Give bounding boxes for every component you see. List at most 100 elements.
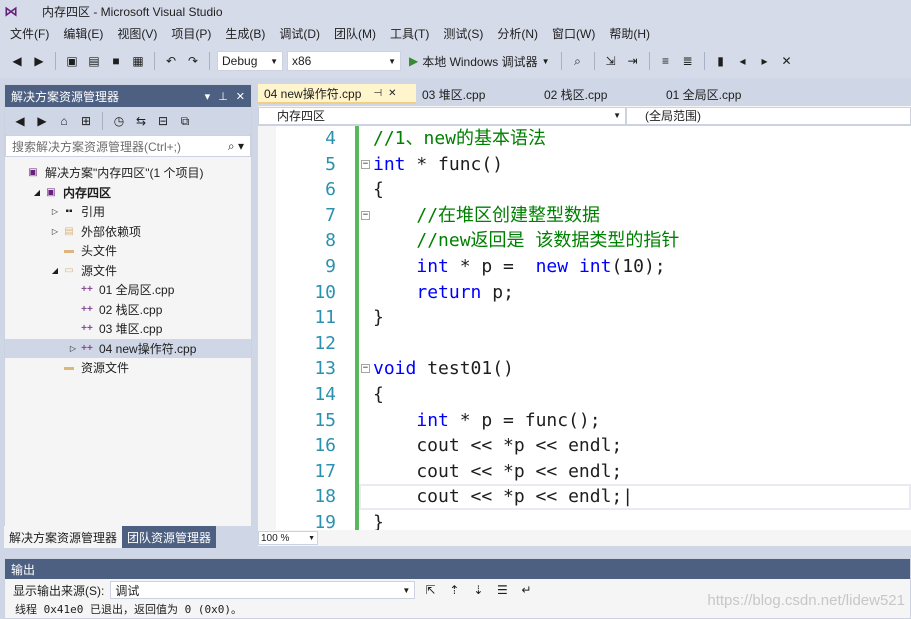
code-line[interactable]: int * p = func();: [359, 408, 911, 434]
close-icon[interactable]: ✕: [388, 88, 396, 99]
tree-item[interactable]: ▣ 解决方案"内存四区"(1 个项目): [5, 163, 251, 183]
code-line[interactable]: − int * func(): [359, 152, 911, 178]
save-icon[interactable]: ■: [107, 52, 125, 70]
next-bookmark-icon[interactable]: ▸: [756, 52, 774, 70]
fold-toggle-icon[interactable]: −: [361, 364, 370, 374]
go-to-error-icon[interactable]: ⇱: [421, 581, 439, 599]
previous-message-icon[interactable]: ⇡: [445, 581, 463, 599]
expand-arrow-icon[interactable]: ▷: [49, 207, 61, 216]
fold-toggle-icon[interactable]: −: [361, 210, 370, 220]
menu-item[interactable]: 分析(N): [493, 25, 548, 42]
expand-arrow-icon[interactable]: ◢: [31, 188, 43, 197]
code-line[interactable]: return p;: [359, 280, 911, 306]
code-line[interactable]: cout << *p << endl;|: [359, 484, 911, 510]
back-icon[interactable]: ◀: [11, 112, 29, 130]
code-editor[interactable]: 4 5 6 7 8 9 10 11 12 13 14 15 16 17 18 19 //1、new的基本语法 −…: [258, 126, 911, 530]
tree-item[interactable]: ▬ 头文件: [5, 241, 251, 261]
comment-icon[interactable]: ≡: [657, 52, 675, 70]
fold-toggle-icon[interactable]: −: [361, 159, 370, 169]
undo-icon[interactable]: ↶: [162, 52, 180, 70]
output-source-select[interactable]: 调试 ▼: [110, 581, 416, 599]
menu-item[interactable]: 帮助(H): [605, 25, 660, 42]
tree-item[interactable]: ▬ 资源文件: [5, 358, 251, 378]
pending-changes-icon[interactable]: ◷: [110, 112, 128, 130]
zoom-select[interactable]: 100 % ▼: [258, 531, 318, 545]
redo-icon[interactable]: ↷: [184, 52, 202, 70]
code-line[interactable]: }: [359, 510, 911, 530]
menu-item[interactable]: 窗口(W): [548, 25, 605, 42]
menu-item[interactable]: 视图(V): [113, 25, 167, 42]
switch-views-icon[interactable]: ⊞: [77, 112, 95, 130]
open-file-icon[interactable]: ▤: [85, 52, 103, 70]
expand-arrow-icon[interactable]: ▷: [49, 227, 61, 236]
platform-select[interactable]: x86 ▼: [287, 51, 401, 71]
tab-team-explorer[interactable]: 团队资源管理器: [122, 526, 217, 548]
menu-item[interactable]: 项目(P): [167, 25, 221, 42]
sync-icon[interactable]: ⇆: [132, 112, 150, 130]
word-wrap-icon[interactable]: ↵: [517, 581, 535, 599]
menu-item[interactable]: 调试(D): [275, 25, 330, 42]
back-icon[interactable]: ◀: [8, 52, 26, 70]
tree-item[interactable]: ◢ ▭ 源文件: [5, 261, 251, 281]
document-tab[interactable]: 01 全局区.cpp: [660, 84, 782, 104]
document-tab[interactable]: 02 栈区.cpp: [538, 84, 660, 104]
bookmark-icon[interactable]: ▮: [712, 52, 730, 70]
clear-all-icon[interactable]: ☰: [493, 581, 511, 599]
code-line[interactable]: − //在堆区创建整型数据: [359, 203, 911, 229]
clear-bookmarks-icon[interactable]: ✕: [778, 52, 796, 70]
breakpoint-gutter[interactable]: [258, 126, 276, 530]
code-line[interactable]: {: [359, 177, 911, 203]
dropdown-icon[interactable]: ▾: [205, 90, 211, 103]
step-into-icon[interactable]: ⇲: [602, 52, 620, 70]
tree-item[interactable]: ++ 01 全局区.cpp: [5, 280, 251, 300]
tree-item[interactable]: ▷ ▤ 外部依赖项: [5, 222, 251, 242]
tree-item[interactable]: ▷ ++ 04 new操作符.cpp: [5, 338, 251, 358]
solution-search-input[interactable]: 搜索解决方案资源管理器(Ctrl+;) ⌕ ▾: [5, 135, 251, 157]
document-tab[interactable]: 03 堆区.cpp: [416, 84, 538, 104]
code-line[interactable]: {: [359, 382, 911, 408]
code-lines[interactable]: //1、new的基本语法 − int * func(){− //在堆区创建整型数据 …: [359, 126, 911, 530]
menu-item[interactable]: 编辑(E): [59, 25, 113, 42]
find-icon[interactable]: ⌕: [569, 52, 587, 70]
show-all-files-icon[interactable]: ⧉: [176, 112, 194, 130]
code-line[interactable]: //1、new的基本语法: [359, 126, 911, 152]
menu-item[interactable]: 团队(M): [330, 25, 386, 42]
code-line[interactable]: [359, 331, 911, 357]
tree-item[interactable]: ++ 03 堆区.cpp: [5, 319, 251, 339]
pin-icon[interactable]: ⊥: [218, 90, 228, 103]
expand-arrow-icon[interactable]: ▷: [67, 344, 79, 353]
tree-item[interactable]: ▷ ▪▪ 引用: [5, 202, 251, 222]
pin-icon[interactable]: ⊣: [373, 88, 382, 99]
step-over-icon[interactable]: ⇥: [624, 52, 642, 70]
code-line[interactable]: }: [359, 305, 911, 331]
menu-item[interactable]: 生成(B): [221, 25, 275, 42]
new-project-icon[interactable]: ▣: [63, 52, 81, 70]
expand-arrow-icon[interactable]: ◢: [49, 266, 61, 275]
next-message-icon[interactable]: ⇣: [469, 581, 487, 599]
start-debugging-button[interactable]: ▶ 本地 Windows 调试器 ▼: [405, 53, 554, 70]
forward-icon[interactable]: ▶: [30, 52, 48, 70]
menu-item[interactable]: 测试(S): [439, 25, 493, 42]
document-tab[interactable]: 04 new操作符.cpp ⊣ ✕: [258, 84, 416, 104]
code-line[interactable]: cout << *p << endl;: [359, 433, 911, 459]
code-line[interactable]: cout << *p << endl;: [359, 459, 911, 485]
scope-nav-select[interactable]: (全局范围): [626, 106, 911, 125]
project-nav-select[interactable]: 内存四区 ▼: [258, 106, 626, 125]
close-icon[interactable]: ✕: [236, 90, 245, 103]
home-icon[interactable]: ⌂: [55, 112, 73, 130]
collapse-all-icon[interactable]: ⊟: [154, 112, 172, 130]
code-line[interactable]: //new返回是 该数据类型的指针: [359, 228, 911, 254]
tree-item[interactable]: ++ 02 栈区.cpp: [5, 300, 251, 320]
menu-bar: 文件(F) 编辑(E) 视图(V) 项目(P) 生成(B) 调试(D) 团队(M) 工具(T)…: [0, 22, 911, 44]
uncomment-icon[interactable]: ≣: [679, 52, 697, 70]
previous-bookmark-icon[interactable]: ◂: [734, 52, 752, 70]
code-line[interactable]: int * p = new int(10);: [359, 254, 911, 280]
menu-item[interactable]: 工具(T): [386, 25, 439, 42]
tab-solution-explorer[interactable]: 解决方案资源管理器: [4, 526, 123, 548]
tree-item[interactable]: ◢ ▣ 内存四区: [5, 183, 251, 203]
save-all-icon[interactable]: ▦: [129, 52, 147, 70]
configuration-select[interactable]: Debug ▼: [217, 51, 283, 71]
code-line[interactable]: − void test01(): [359, 356, 911, 382]
menu-item[interactable]: 文件(F): [6, 25, 59, 42]
forward-icon[interactable]: ▶: [33, 112, 51, 130]
